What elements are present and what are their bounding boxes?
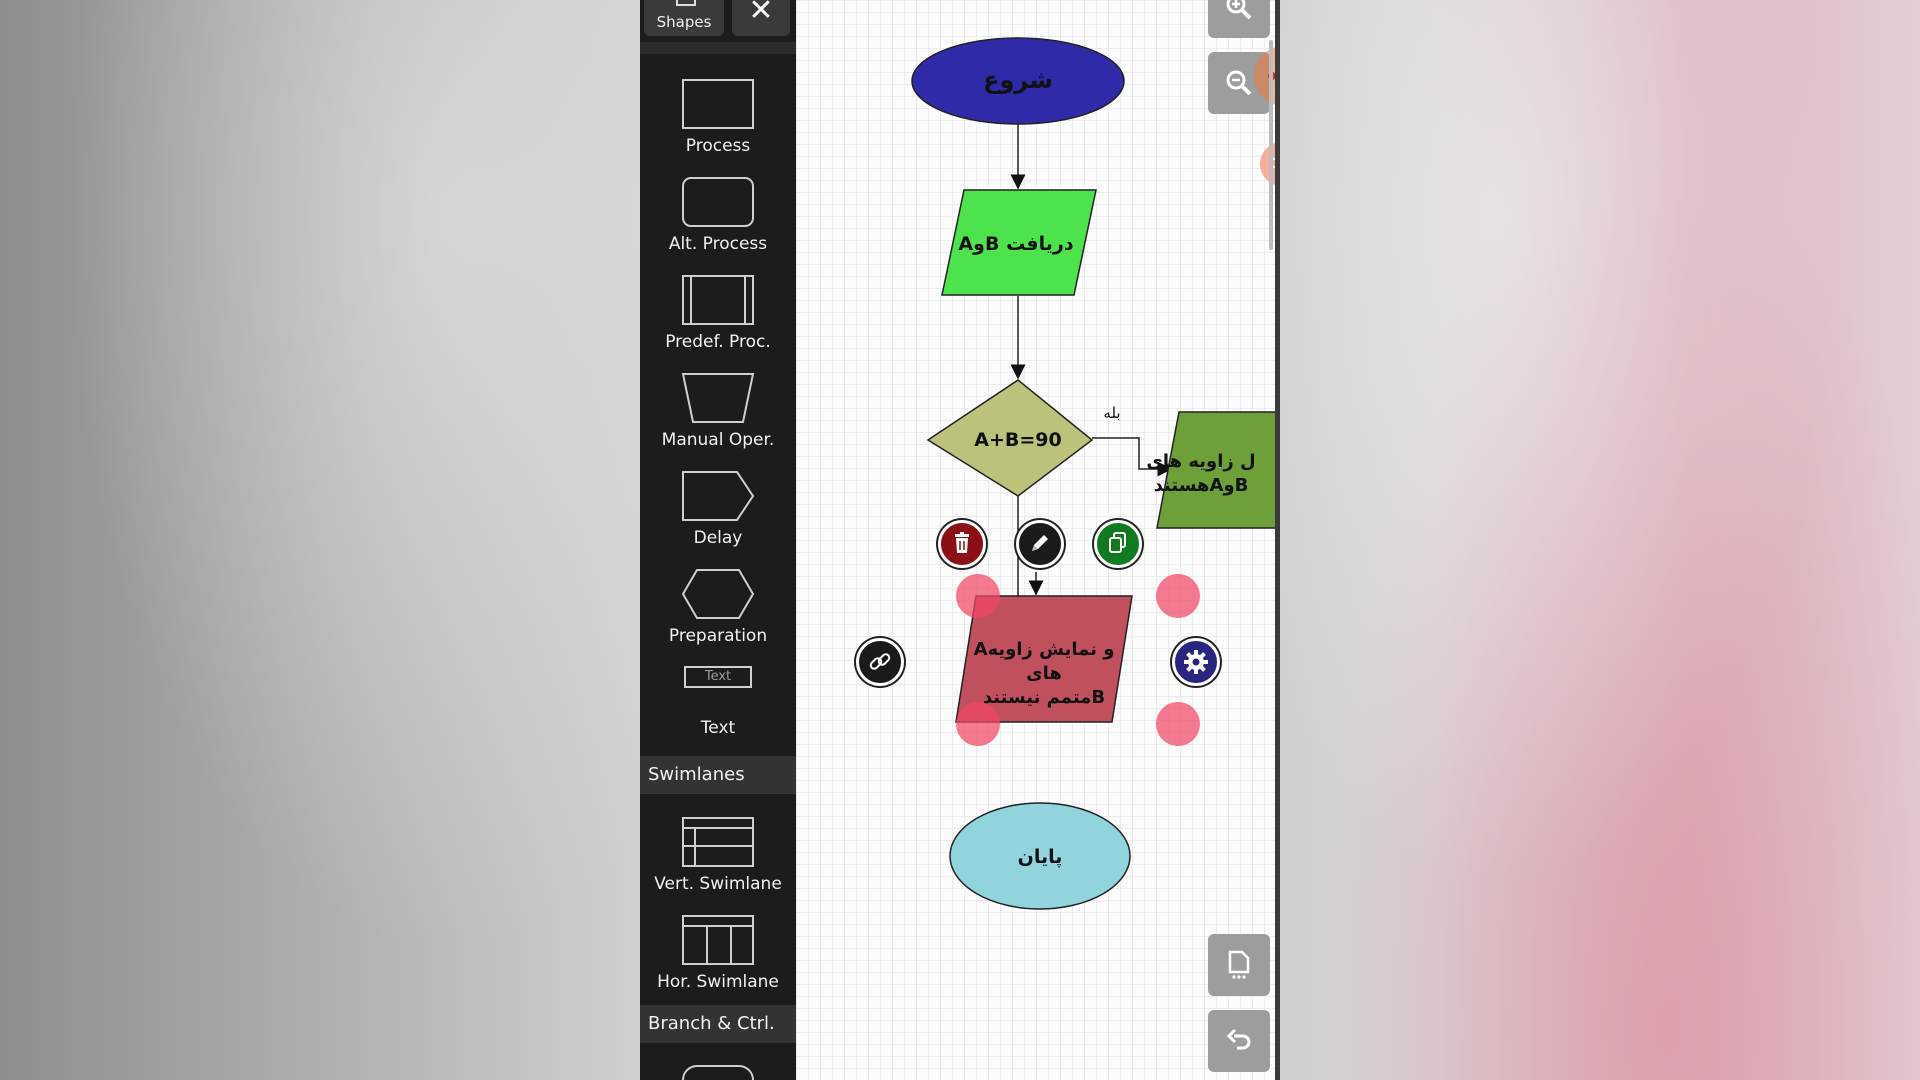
canvas-scrollbar[interactable] (1269, 40, 1273, 250)
shapes-tab-label: Shapes (656, 13, 712, 31)
yes-output-label: ل زاویه های هستندAوB (1122, 450, 1280, 498)
section-swimlanes[interactable]: Swimlanes (640, 756, 796, 794)
shape-label: Preparation (668, 626, 768, 646)
pencil-icon (1032, 535, 1048, 551)
terminator-icon (682, 1065, 754, 1080)
horizontal-swimlane-icon (682, 915, 754, 965)
alt-process-icon (682, 177, 754, 227)
yes-output-line2: هستندAوB (1153, 475, 1249, 496)
duplicate-button[interactable] (1094, 520, 1142, 568)
no-output-label: Aو نمایش زاویه های متمم نیستندB (956, 638, 1132, 710)
page-icon (1228, 950, 1250, 979)
zoom-in-button[interactable] (1208, 0, 1270, 38)
process-icon (682, 79, 754, 129)
shape-vertical-swimlane[interactable]: Vert. Swimlane (640, 816, 796, 894)
input-node-label: AوB دریافت (958, 233, 1074, 255)
section-branch-control[interactable]: Branch & Ctrl. (640, 1005, 796, 1043)
shape-branch-partial[interactable] (640, 1062, 796, 1080)
shape-manual-operation[interactable]: Manual Oper. (640, 372, 796, 450)
shape-label: Alt. Process (668, 234, 768, 254)
resize-handle-bottom-right[interactable] (1156, 702, 1200, 746)
gear-icon (1184, 650, 1208, 674)
predefined-process-icon (682, 275, 754, 325)
shape-label: Manual Oper. (661, 430, 775, 450)
close-panel-button[interactable]: ✕ (732, 0, 790, 36)
zoom-out-icon (1226, 70, 1252, 96)
undo-icon (1226, 1028, 1251, 1050)
text-icon: Text (684, 666, 752, 688)
delete-button[interactable] (938, 520, 986, 568)
background-left (0, 0, 640, 1080)
link-icon (869, 653, 891, 670)
shapes-tab-icon (676, 0, 696, 6)
resize-handle-bottom-left[interactable] (956, 702, 1000, 746)
settings-button[interactable] (1172, 638, 1220, 686)
panel-divider (640, 42, 796, 54)
trash-icon (955, 532, 969, 553)
link-button[interactable] (856, 638, 904, 686)
zoom-in-icon (1226, 0, 1252, 20)
shape-label: Delay (693, 528, 743, 548)
app-screen: Shapes ✕ Process Alt. Process Predef. Pr… (640, 0, 1280, 1080)
shape-process[interactable]: Process (640, 78, 796, 156)
resize-handle-top-right[interactable] (1156, 574, 1200, 618)
edit-button[interactable] (1016, 520, 1064, 568)
start-node-label: شروع (983, 66, 1053, 94)
screen-edge (1275, 0, 1280, 1080)
undo-button[interactable] (1208, 1010, 1270, 1072)
shapes-panel: Shapes ✕ Process Alt. Process Predef. Pr… (640, 0, 796, 1080)
no-output-line1: Aو نمایش زاویه های (973, 639, 1115, 684)
shape-horizontal-swimlane[interactable]: Hor. Swimlane (640, 914, 796, 992)
resize-handle-top-left[interactable] (956, 574, 1000, 618)
decision-node-label: A+B=90 (974, 429, 1062, 451)
manual-operation-icon (681, 373, 755, 423)
shape-predefined-process[interactable]: Predef. Proc. (640, 274, 796, 352)
yes-output-line1: ل زاویه های (1146, 451, 1256, 472)
page-button[interactable] (1208, 934, 1270, 996)
shape-delay[interactable]: Delay (640, 470, 796, 548)
preparation-icon (681, 569, 755, 619)
delay-icon (682, 471, 755, 521)
vertical-swimlane-icon (682, 817, 754, 867)
shape-preparation[interactable]: Preparation (640, 568, 796, 646)
shape-label: Text (700, 718, 736, 738)
shape-label: Process (685, 136, 751, 156)
shape-label: Vert. Swimlane (654, 874, 782, 894)
shapes-tab[interactable]: Shapes (644, 0, 724, 36)
shape-label: Predef. Proc. (665, 332, 771, 352)
panel-header: Shapes ✕ (640, 0, 796, 44)
shape-label: Hor. Swimlane (657, 972, 779, 992)
diagram-canvas[interactable]: شروع AوB دریافت A+B=90 بله ل زاویه های ه… (796, 0, 1280, 1080)
background-right (1280, 0, 1920, 1080)
shape-text[interactable]: Text Text (640, 666, 796, 738)
shape-alt-process[interactable]: Alt. Process (640, 176, 796, 254)
copy-icon (1109, 532, 1126, 553)
end-node-label: پایان (1017, 846, 1063, 868)
yes-branch-label: بله (1103, 404, 1121, 422)
